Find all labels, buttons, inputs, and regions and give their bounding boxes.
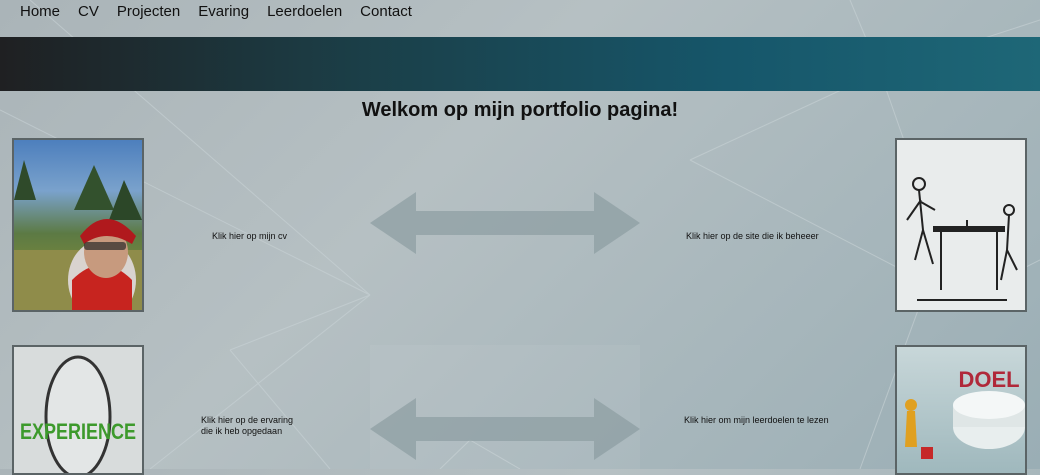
doel-image: DOEL: [905, 367, 1025, 459]
nav-projecten[interactable]: Projecten: [108, 0, 189, 21]
goals-image-link[interactable]: DOEL: [895, 345, 1027, 475]
nav-leerdoelen[interactable]: Leerdoelen: [258, 0, 351, 21]
main-nav: Home CV Projecten Evaring Leerdoelen Con…: [0, 0, 1040, 36]
experience-link-line2: die ik heb opgedaan: [201, 426, 283, 436]
page-title: Welkom op mijn portfolio pagina!: [361, 99, 679, 121]
table-tennis-drawing: [906, 177, 1018, 301]
site-link[interactable]: Klik hier op de site die ik beheeer: [686, 231, 819, 242]
double-arrow-icon: [370, 192, 640, 254]
header-banner: [0, 37, 1040, 91]
double-arrow-icon: [370, 398, 640, 460]
site-image-link[interactable]: [895, 138, 1027, 312]
cv-link[interactable]: Klik hier op mijn cv: [212, 231, 287, 242]
experience-word: EXPERIENCE: [20, 419, 136, 444]
experience-image: EXPERIENCE: [20, 355, 136, 473]
nav-cv[interactable]: CV: [69, 0, 108, 21]
nav-evaring[interactable]: Evaring: [189, 0, 258, 21]
experience-link-line1: Klik hier op de ervaring: [201, 415, 294, 425]
cv-photo-link[interactable]: [12, 138, 144, 312]
nav-contact[interactable]: Contact: [351, 0, 421, 21]
experience-image-link[interactable]: EXPERIENCE: [12, 345, 144, 475]
goals-link[interactable]: Klik hier om mijn leerdoelen te lezen: [684, 415, 829, 426]
experience-link[interactable]: Klik hier op de ervaring die ik heb opge…: [201, 415, 311, 437]
nav-home[interactable]: Home: [0, 0, 69, 21]
doel-word: DOEL: [958, 367, 1019, 392]
portrait-image: [14, 160, 142, 310]
